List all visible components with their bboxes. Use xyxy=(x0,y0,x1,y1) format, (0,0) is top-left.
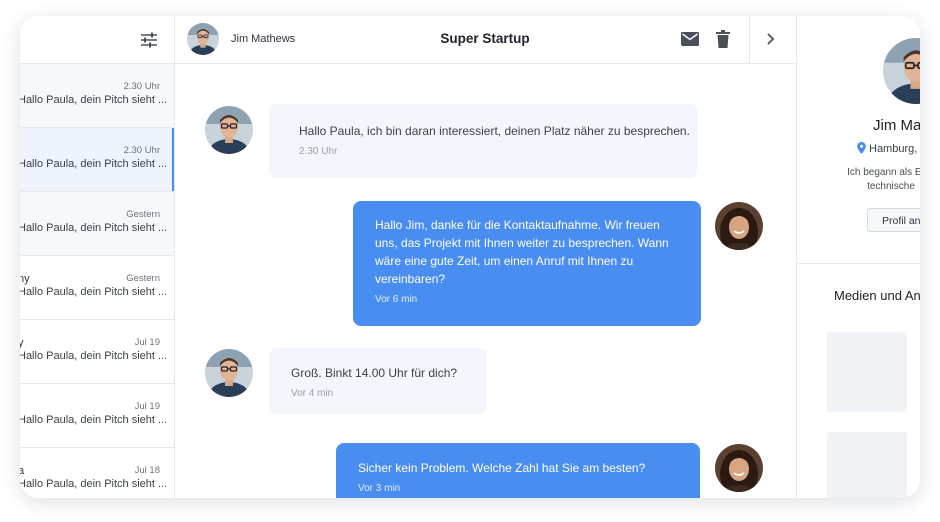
conversation-list: 2.30 Uhr Hallo Paula, dein Pitch sieht .… xyxy=(20,16,175,498)
conversation-item[interactable]: ny Gestern Hallo Paula, dein Pitch sieht… xyxy=(20,256,174,320)
conversation-time: Gestern xyxy=(126,273,160,284)
message-text: Hallo Jim, danke für die Kontaktaufnahme… xyxy=(375,218,669,286)
conversation-time: 2.30 Uhr xyxy=(123,81,160,92)
conversation-time: Jul 19 xyxy=(134,337,160,348)
message-text: Sicher kein Problem. Welche Zahl hat Sie… xyxy=(358,461,646,475)
conversation-preview: Hallo Paula, dein Pitch sieht ... xyxy=(20,478,168,490)
profile-bio-line: Ich begann als Entv xyxy=(847,167,920,178)
media-thumbnail[interactable] xyxy=(827,332,907,412)
conversation-name: y xyxy=(20,337,24,349)
message-bubble-incoming: Hallo Paula, ich bin daran interessiert,… xyxy=(269,104,698,178)
conversation-list-header xyxy=(20,16,174,64)
conversation-preview: Hallo Paula, dein Pitch sieht ... xyxy=(20,158,168,170)
conversation-item-active[interactable]: 2.30 Uhr Hallo Paula, dein Pitch sieht .… xyxy=(20,128,174,192)
profile-name: Jim Ma xyxy=(873,117,920,134)
conversation-preview: Hallo Paula, dein Pitch sieht ... xyxy=(20,286,168,298)
chat-panel: Jim Mathews Super Startup Hallo Paula, i… xyxy=(174,16,796,498)
location-pin-icon xyxy=(857,142,866,154)
profile-bio-line: technische xyxy=(867,181,915,192)
chat-title: Super Startup xyxy=(440,31,530,46)
message-time: Vor 4 min xyxy=(291,388,334,399)
conversation-item[interactable]: Jul 19 Hallo Paula, dein Pitch sieht ... xyxy=(20,384,174,448)
message-text: Groß. Binkt 14.00 Uhr für dich? xyxy=(291,366,458,380)
message-time: Vor 6 min xyxy=(375,294,418,305)
conversation-item[interactable]: Gestern Hallo Paula, dein Pitch sieht ..… xyxy=(20,192,174,256)
app-window: 2.30 Uhr Hallo Paula, dein Pitch sieht .… xyxy=(20,16,920,498)
profile-bio: Ich begann als Entv technische xyxy=(831,166,920,194)
view-profile-button[interactable]: Profil an xyxy=(867,208,920,232)
filter-icon[interactable] xyxy=(140,31,158,49)
profile-location-text: Hamburg, xyxy=(869,143,918,155)
conversation-time: Jul 18 xyxy=(134,465,160,476)
profile-avatar xyxy=(883,38,920,104)
conversation-preview: Hallo Paula, dein Pitch sieht ... xyxy=(20,414,168,426)
mail-icon[interactable] xyxy=(681,31,699,47)
conversation-time: Jul 19 xyxy=(134,401,160,412)
header-divider xyxy=(749,16,750,63)
conversation-preview: Hallo Paula, dein Pitch sieht ... xyxy=(20,350,168,362)
conversation-name: a xyxy=(20,465,25,477)
chat-header: Jim Mathews Super Startup xyxy=(174,16,796,64)
sender-avatar xyxy=(205,106,253,154)
media-thumbnail[interactable] xyxy=(827,432,907,498)
message-bubble-outgoing: Sicher kein Problem. Welche Zahl hat Sie… xyxy=(336,443,700,498)
user-avatar xyxy=(715,202,763,250)
trash-icon[interactable] xyxy=(715,30,731,48)
message-bubble-incoming: Groß. Binkt 14.00 Uhr für dich? Vor 4 mi… xyxy=(269,348,487,414)
divider xyxy=(797,263,920,264)
message-text: Hallo Paula, ich bin daran interessiert,… xyxy=(299,124,690,138)
message-bubble-outgoing: Hallo Jim, danke für die Kontaktaufnahme… xyxy=(353,201,701,326)
conversation-time: 2.30 Uhr xyxy=(123,145,160,156)
conversation-preview: Hallo Paula, dein Pitch sieht ... xyxy=(20,222,168,234)
conversation-item[interactable]: a Jul 18 Hallo Paula, dein Pitch sieht .… xyxy=(20,448,174,498)
message-time: Vor 3 min xyxy=(358,483,401,494)
user-avatar xyxy=(715,444,763,492)
conversation-preview: Hallo Paula, dein Pitch sieht ... xyxy=(20,94,168,106)
chevron-right-icon[interactable] xyxy=(762,31,778,47)
profile-location: Hamburg, xyxy=(857,142,917,155)
conversation-time: Gestern xyxy=(126,209,160,220)
conversation-item[interactable]: y Jul 19 Hallo Paula, dein Pitch sieht .… xyxy=(20,320,174,384)
media-section-title: Medien und An xyxy=(834,288,920,303)
message-time: 2.30 Uhr xyxy=(299,146,338,157)
profile-panel: Jim Ma Hamburg, Ich begann als Entv tech… xyxy=(796,16,920,498)
conversation-name: ny xyxy=(20,273,30,285)
conversation-item[interactable]: 2.30 Uhr Hallo Paula, dein Pitch sieht .… xyxy=(20,64,174,128)
sender-avatar xyxy=(205,349,253,397)
